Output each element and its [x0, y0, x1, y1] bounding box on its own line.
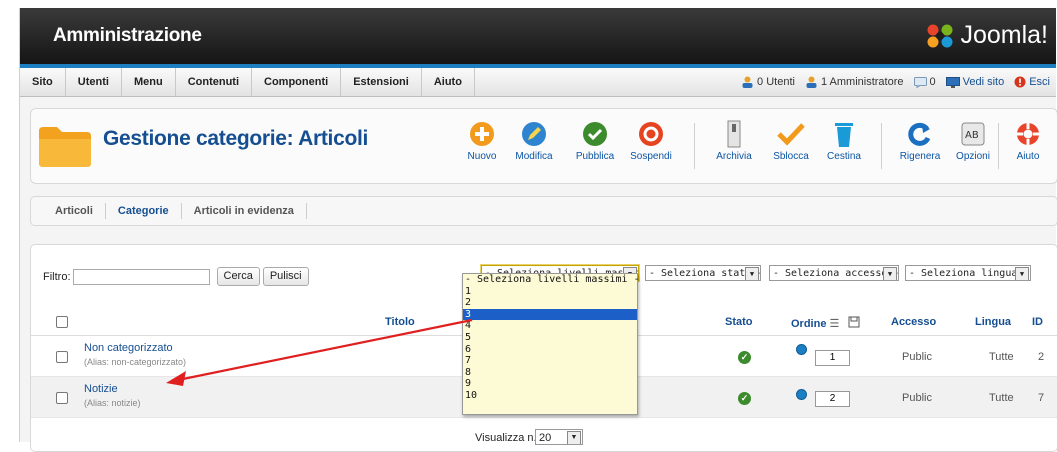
annotation-arrow — [166, 318, 473, 386]
